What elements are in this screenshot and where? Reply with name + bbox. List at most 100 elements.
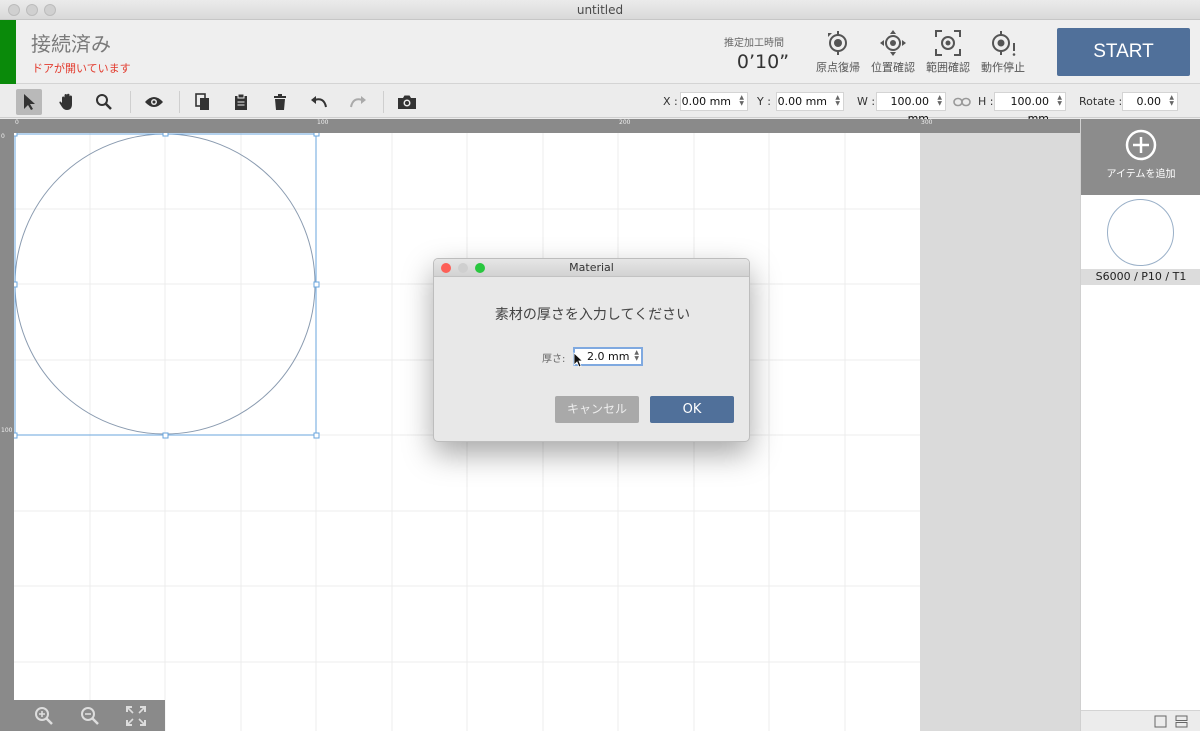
zoom-window-button[interactable] [44,4,56,16]
zoom-in-icon [35,707,53,725]
camera-icon [398,95,416,109]
clipboard-icon [235,93,247,110]
redo-button[interactable] [345,89,371,115]
position-check-icon [880,30,906,56]
stepper-icon[interactable]: ▲ ▼ [1169,95,1174,107]
dialog-zoom-button[interactable] [475,263,485,273]
x-label: X : [663,95,678,108]
plus-circle-icon [1125,129,1157,161]
window-title: untitled [576,3,624,17]
item-card[interactable]: S6000 / P10 / T1 [1081,195,1200,290]
add-item-label: アイテムを追加 [1106,169,1176,180]
copy-button[interactable] [190,89,216,115]
eye-icon [145,97,163,107]
dialog-message: 素材の厚さを入力してください [494,307,691,323]
selection-handles[interactable] [14,133,320,439]
toolbar: X : 0.00 mm ▲▼ Y : 0.00 mm ▲▼ W : 100.00 m… [0,85,1200,125]
hand-tool[interactable] [54,89,80,115]
rotate-field[interactable]: 0.00 ▲ ▼ [1122,92,1178,111]
select-tool[interactable] [16,89,42,115]
rotate-value: 0.00 [1136,95,1162,108]
arrow-cursor-icon [24,94,35,110]
ok-button[interactable]: OK [650,396,734,423]
stepper-icon[interactable]: ▲ ▼ [739,95,744,107]
toolbar-divider [130,91,131,113]
ruler-label: 100 [317,119,329,126]
y-value: 0.00 mm [777,95,827,108]
estimated-time-label: 推定加工時間 [724,38,784,49]
preview-button[interactable] [141,89,167,115]
range-check-button[interactable]: 範囲確認 [921,26,975,78]
header-bar: 接続済み ドアが開いています 推定加工時間 0’10” 原点復帰 位置確認 範囲… [0,20,1200,84]
stepper-icon[interactable]: ▲ ▼ [1057,95,1062,107]
trash-icon [274,94,286,110]
zoom-out-button[interactable] [79,705,101,727]
undo-icon [311,96,327,108]
paste-button[interactable] [228,89,254,115]
stepper-icon[interactable]: ▲ ▼ [937,95,942,107]
position-check-button[interactable]: 位置確認 [866,26,920,78]
delete-button[interactable] [267,89,293,115]
aspect-lock-button[interactable] [951,89,973,115]
door-status: ドアが開いています [32,62,131,75]
ruler-label: 100 [1,427,13,434]
range-check-icon [935,30,961,56]
dialog-titlebar: Material [434,259,749,277]
undo-button[interactable] [306,89,332,115]
copy-icon [195,93,209,110]
y-label: Y : [757,95,771,108]
zoom-out-icon [81,707,99,725]
position-check-label: 位置確認 [871,61,915,74]
thickness-label: 厚さ: [542,354,566,365]
origin-return-button[interactable]: 原点復帰 [811,26,865,78]
stop-icon [992,31,1016,56]
thickness-input[interactable]: 2.0 mm ▲ ▼ [573,347,643,366]
item-list [1081,290,1200,710]
width-field[interactable]: 100.00 mm▲▼ [876,92,946,125]
hand-icon [59,93,72,110]
item-settings-label: S6000 / P10 / T1 [1081,269,1200,285]
camera-button[interactable] [394,89,420,115]
ruler-corner [0,119,14,133]
fullscreen-icon [126,706,146,726]
connection-indicator [0,20,16,84]
zoom-in-button[interactable] [33,705,55,727]
dialog-minimize-button [458,263,468,273]
y-field[interactable]: 0.00 mm ▲ ▼ [776,92,844,111]
vertical-ruler: 0 100 [0,133,14,731]
x-field[interactable]: 0.00 mm ▲ ▼ [680,92,748,111]
w-label: W : [857,95,876,108]
single-view-icon[interactable] [1154,715,1167,728]
minimize-window-button[interactable] [26,4,38,16]
mouse-pointer-icon [573,352,583,368]
origin-return-label: 原点復帰 [816,61,860,74]
toolbar-divider [179,91,180,113]
search-icon [96,94,112,110]
ruler-label: 300 [921,119,933,126]
add-item-button[interactable]: アイテムを追加 [1081,119,1200,195]
connection-status: 接続済み [31,32,111,56]
rotate-label: Rotate : [1079,95,1123,108]
item-panel: アイテムを追加 S6000 / P10 / T1 [1080,119,1200,731]
cancel-button[interactable]: キャンセル [555,396,639,423]
link-icon [953,97,971,107]
window-titlebar: untitled [0,0,1200,20]
stepper-icon[interactable]: ▲ ▼ [634,350,639,362]
panel-footer [1081,710,1200,731]
stop-operation-button[interactable]: 動作停止 [976,26,1030,78]
stepper-icon[interactable]: ▲ ▼ [835,95,840,107]
dialog-close-button[interactable] [441,263,451,273]
redo-icon [350,96,366,108]
split-view-icon[interactable] [1175,715,1188,728]
horizontal-ruler: 0 100 200 300 [14,119,1080,133]
material-dialog: Material 素材の厚さを入力してください 厚さ: 2.0 mm ▲ ▼ キャ… [433,258,750,442]
zoom-tool[interactable] [91,89,117,115]
estimated-time-value: 0’10” [736,51,790,73]
start-button[interactable]: START [1057,28,1190,76]
ruler-label: 200 [619,119,631,126]
fit-screen-button[interactable] [125,705,147,727]
close-window-button[interactable] [8,4,20,16]
height-field[interactable]: 100.00 mm▲▼ [994,92,1066,125]
origin-icon [828,31,847,55]
zoom-controls [14,700,165,731]
